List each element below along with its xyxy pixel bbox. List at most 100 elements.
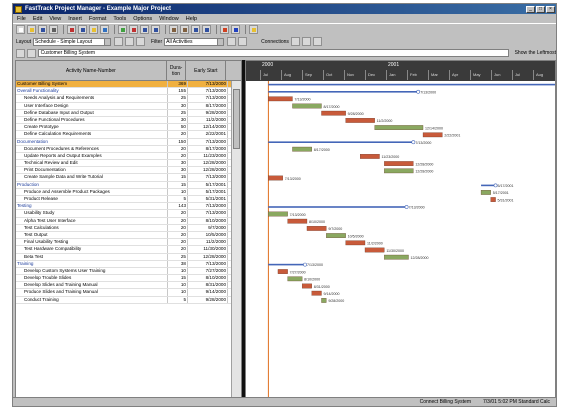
cell-duration[interactable]: 20: [168, 131, 188, 138]
table-row[interactable]: Conduct Training 5 9/28/2000: [16, 296, 241, 304]
cell-early-start[interactable]: 9/7/2000: [188, 224, 228, 231]
cell-early-start[interactable]: 11/30/2000: [188, 246, 228, 253]
cell-activity-name[interactable]: Product Release: [16, 196, 168, 203]
undo-icon[interactable]: [100, 25, 109, 34]
menu-item-file[interactable]: File: [17, 16, 26, 22]
cell-early-start[interactable]: 8/10/2000: [188, 275, 228, 282]
link-icon[interactable]: [301, 37, 311, 46]
cell-duration[interactable]: 10: [168, 188, 188, 195]
cell-early-start[interactable]: 9/14/2000: [188, 289, 228, 296]
cell-activity-name[interactable]: Define Functional Procedures: [16, 116, 168, 124]
column-header-activity-name[interactable]: Activity Name-Number: [16, 61, 167, 80]
vertical-scrollbar[interactable]: [231, 81, 241, 397]
cell-early-start[interactable]: 11/2/2000: [188, 116, 228, 124]
cell-duration[interactable]: 15: [168, 174, 188, 181]
cell-duration[interactable]: 20: [168, 246, 188, 253]
cell-duration[interactable]: 155: [168, 88, 188, 95]
new-icon[interactable]: [16, 25, 25, 34]
table-row[interactable]: Define Calculation Requirements 20 2/22/20…: [16, 131, 241, 139]
cell-duration[interactable]: 30: [168, 116, 188, 124]
table-row[interactable]: Test Hardware Compatibility 20 11/30/2000: [16, 246, 241, 254]
table-row[interactable]: Test Output 20 10/5/2000: [16, 231, 241, 240]
cell-activity-name[interactable]: Technical Review and Edit: [16, 160, 168, 167]
column-header-duration[interactable]: Dura-tion: [167, 61, 187, 80]
title-bar[interactable]: FastTrack Project Manager - Example Majo…: [13, 4, 556, 14]
cell-early-start[interactable]: 7/27/2000: [188, 267, 228, 275]
cell-duration[interactable]: 20: [168, 224, 188, 231]
cell-early-start[interactable]: 12/28/2000: [188, 253, 228, 260]
save-icon[interactable]: [38, 25, 47, 34]
menu-item-insert[interactable]: Insert: [68, 16, 82, 22]
cell-activity-name[interactable]: Documentation: [16, 138, 168, 145]
cell-early-start[interactable]: 5/17/2001: [188, 181, 228, 188]
cell-activity-name[interactable]: Customer Billing System: [16, 81, 168, 88]
cell-duration[interactable]: 25: [168, 95, 188, 102]
table-row[interactable]: Define Functional Procedures 30 11/2/2000: [16, 116, 241, 125]
connections-icon[interactable]: [290, 37, 300, 46]
cell-duration[interactable]: 20: [168, 152, 188, 160]
scrollbar-thumb[interactable]: [233, 89, 240, 149]
cell-duration[interactable]: 20: [168, 217, 188, 224]
cell-early-start[interactable]: 9/28/2000: [188, 109, 228, 116]
unlink-icon[interactable]: [312, 37, 322, 46]
cell-activity-name[interactable]: Testing: [16, 203, 168, 210]
table-row[interactable]: Develop Trouble Slides 15 8/10/2000: [16, 275, 241, 283]
menu-item-help[interactable]: Help: [186, 16, 197, 22]
table-row[interactable]: Testing 143 7/13/2000: [16, 203, 241, 211]
table-row[interactable]: Create Prototype 50 12/14/2000: [16, 124, 241, 132]
cell-activity-name[interactable]: Final Usability Testing: [16, 239, 168, 246]
link-icon[interactable]: [169, 25, 178, 34]
table-row[interactable]: Create Sample Data and Write Tutorial 15 7…: [16, 174, 241, 182]
cell-duration[interactable]: 143: [168, 203, 188, 210]
text-color-icon[interactable]: [231, 25, 240, 34]
cell-duration[interactable]: 20: [168, 231, 188, 239]
cell-activity-name[interactable]: Define Calculation Requirements: [16, 131, 168, 138]
bar-color-icon[interactable]: [220, 25, 229, 34]
cell-duration[interactable]: 10: [168, 289, 188, 296]
table-row[interactable]: Overall Functionality 155 7/13/2000: [16, 88, 241, 96]
cell-duration[interactable]: 20: [168, 145, 188, 152]
indent-icon[interactable]: [140, 25, 149, 34]
cell-duration[interactable]: 369: [168, 81, 188, 88]
cell-activity-name[interactable]: Develop Trouble Slides: [16, 275, 168, 282]
insert-row-icon[interactable]: [118, 25, 127, 34]
table-row[interactable]: Technical Review and Edit 30 12/28/2000: [16, 160, 241, 168]
cell-activity-name[interactable]: User Interface Design: [16, 102, 168, 109]
cell-activity-name[interactable]: Conduct Training: [16, 296, 168, 303]
cell-duration[interactable]: 30: [168, 160, 188, 167]
cancel-entry-icon[interactable]: [16, 48, 25, 58]
help-icon[interactable]: [249, 25, 258, 34]
accept-entry-icon[interactable]: [26, 48, 36, 58]
cell-activity-name[interactable]: Test Calculations: [16, 224, 168, 231]
cell-activity-name[interactable]: Produce and Assemble Product Packages: [16, 188, 168, 195]
cell-duration[interactable]: 38: [168, 260, 188, 267]
cell-early-start[interactable]: 12/28/2000: [188, 167, 228, 174]
menu-item-edit[interactable]: Edit: [33, 16, 42, 22]
table-row[interactable]: Usability Study 20 7/13/2000: [16, 210, 241, 218]
layout-select[interactable]: Schedule - Simple Layout: [33, 37, 112, 46]
cell-duration[interactable]: 150: [168, 138, 188, 145]
cut-icon[interactable]: [67, 25, 76, 34]
cell-activity-name[interactable]: Usability Study: [16, 210, 168, 217]
outdent-icon[interactable]: [151, 25, 160, 34]
cell-duration[interactable]: 25: [168, 109, 188, 116]
cell-activity-name[interactable]: Test Output: [16, 231, 168, 239]
cell-activity-name[interactable]: Overall Functionality: [16, 88, 168, 95]
table-row[interactable]: Update Reports and Output Examples 20 11/2…: [16, 152, 241, 161]
cell-activity-name[interactable]: Test Hardware Compatibility: [16, 246, 168, 253]
menu-item-view[interactable]: View: [49, 16, 61, 22]
minimize-button[interactable]: _: [526, 5, 535, 13]
cell-early-start[interactable]: 11/23/2000: [188, 152, 228, 160]
cell-duration[interactable]: 20: [168, 239, 188, 246]
cell-activity-name[interactable]: Needs Analysis and Requirements: [16, 95, 168, 102]
cell-activity-name[interactable]: Develop Slides and Training Manual: [16, 282, 168, 289]
unlink-icon[interactable]: [180, 25, 189, 34]
cell-early-start[interactable]: 11/2/2000: [188, 239, 228, 246]
column-header-early-start[interactable]: Early Start: [186, 61, 227, 80]
cell-duration[interactable]: 50: [168, 124, 188, 131]
cell-early-start[interactable]: 7/13/2000: [188, 174, 228, 181]
cell-activity-name[interactable]: Define Database Input and Output: [16, 109, 168, 116]
cell-activity-name[interactable]: Create Sample Data and Write Tutorial: [16, 174, 168, 181]
table-row[interactable]: Needs Analysis and Requirements 25 7/13/20…: [16, 95, 241, 103]
cell-duration[interactable]: 20: [168, 210, 188, 217]
